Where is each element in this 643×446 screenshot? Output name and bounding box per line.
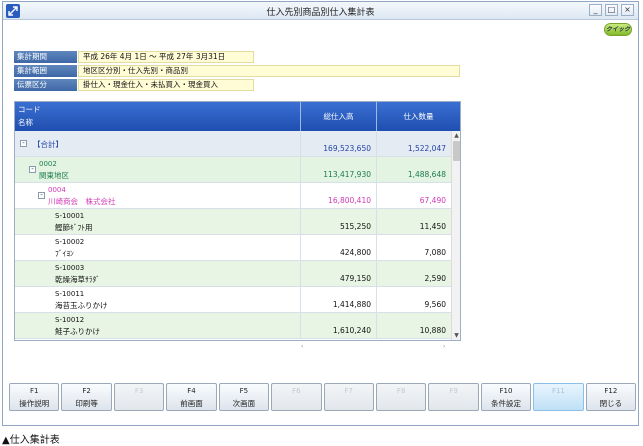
f10-conditions-button[interactable]: F10 条件設定 [480, 383, 532, 411]
item-name: 鮭子ふりかけ [55, 327, 100, 336]
region-name: 関東地区 [39, 171, 69, 180]
scroll-left-icon[interactable]: ‹ [301, 343, 303, 350]
header-quantity[interactable]: 仕入数量 [376, 102, 460, 131]
customer-row[interactable]: - 0004 川崎商会 株式会社 16,800,410 67,490 [15, 183, 451, 209]
customer-name: 川崎商会 株式会社 [48, 197, 116, 206]
region-code: 0002 [39, 160, 57, 168]
tree-collapse-icon[interactable]: - [38, 192, 45, 199]
condition-row-range: 集計範囲 地区区分別・仕入先別・商品別 [14, 65, 460, 77]
total-row[interactable]: - 【合計】 169,523,650 1,522,047 [15, 131, 451, 157]
condition-row-period: 集計期間 平成 26年 4月 1日 〜 平成 27年 3月31日 [14, 51, 459, 63]
item-name: 鰹節ｷﾞﾌﾄ用 [55, 223, 93, 232]
item-code: S-10001 [55, 212, 85, 220]
item-code: S-10012 [55, 316, 85, 324]
f1-help-button[interactable]: F1 操作説明 [9, 383, 60, 411]
item-name: 乾燥海草ｻﾗﾀﾞ [55, 275, 100, 284]
table-row[interactable]: S-10012 鮭子ふりかけ 1,610,240 10,880 [15, 313, 451, 339]
condition-label: 集計期間 [14, 51, 77, 63]
item-quantity: 9,560 [424, 300, 446, 309]
summary-grid: コード 名称 総仕入高 仕入数量 - 【合計】 169,523,650 1,52… [14, 101, 461, 341]
customer-code: 0004 [48, 186, 66, 194]
window-controls: _ □ × [589, 4, 634, 16]
condition-row-slip: 伝票区分 掛仕入・現金仕入・未払買入・現金買入 [14, 79, 459, 91]
f3-button: F3 [113, 383, 165, 411]
item-amount: 515,250 [339, 222, 371, 231]
item-amount: 1,610,240 [332, 326, 371, 335]
f9-button: F9 [428, 383, 479, 411]
vertical-scrollbar[interactable]: ▲ ▼ [451, 131, 460, 340]
scroll-right-icon[interactable]: › [443, 343, 445, 350]
region-amount: 113,417,930 [323, 170, 371, 179]
close-button[interactable]: × [621, 4, 634, 16]
table-row[interactable]: S-10002 ﾌﾞｲﾖﾝ 424,800 7,080 [15, 235, 451, 261]
item-code: S-10002 [55, 238, 85, 246]
table-row[interactable]: S-10003 乾燥海草ｻﾗﾀﾞ 479,150 2,590 [15, 261, 451, 287]
scroll-down-icon[interactable]: ▼ [452, 331, 460, 340]
item-quantity: 10,880 [419, 326, 446, 335]
window-title: 仕入先別商品別仕入集計表 [266, 8, 375, 18]
total-amount: 169,523,650 [323, 144, 371, 153]
item-code: S-10003 [55, 264, 85, 272]
tree-collapse-icon[interactable]: - [29, 166, 36, 173]
region-row[interactable]: - 0002 関東地区 113,417,930 1,488,648 [15, 157, 451, 183]
grid-header: コード 名称 総仕入高 仕入数量 [15, 102, 460, 131]
item-quantity: 11,450 [419, 222, 446, 231]
minimize-button[interactable]: _ [589, 4, 602, 16]
f7-button: F7 [323, 383, 374, 411]
item-name: 海苔玉ふりかけ [55, 301, 108, 310]
tree-collapse-icon[interactable]: - [20, 140, 27, 147]
item-amount: 424,800 [339, 248, 371, 257]
header-total-amount[interactable]: 総仕入高 [300, 102, 376, 131]
table-row[interactable]: S-10011 海苔玉ふりかけ 1,414,880 9,560 [15, 287, 451, 313]
scroll-thumb[interactable] [453, 141, 460, 161]
item-amount: 479,150 [339, 274, 371, 283]
header-code: コード [18, 105, 41, 114]
grid-rows: - 【合計】 169,523,650 1,522,047 - 0002 関東地区… [15, 131, 451, 339]
header-name: 名称 [18, 118, 33, 127]
maximize-button[interactable]: □ [605, 4, 618, 16]
condition-label: 集計範囲 [14, 65, 77, 77]
f12-close-button[interactable]: F12 閉じる [585, 383, 637, 411]
scroll-up-icon[interactable]: ▲ [452, 131, 460, 140]
quick-help-button[interactable]: クイック [604, 23, 632, 36]
table-row[interactable]: S-10001 鰹節ｷﾞﾌﾄ用 515,250 11,450 [15, 209, 451, 235]
condition-value: 掛仕入・現金仕入・未払買入・現金買入 [78, 79, 254, 91]
total-label: 【合計】 [33, 140, 63, 149]
item-amount: 1,414,880 [332, 300, 371, 309]
condition-value: 平成 26年 4月 1日 〜 平成 27年 3月31日 [78, 51, 254, 63]
f6-button: F6 [271, 383, 322, 411]
f4-prev-screen-button[interactable]: F4 前画面 [166, 383, 217, 411]
item-quantity: 2,590 [424, 274, 446, 283]
f11-button: F11 [533, 383, 584, 411]
customer-amount: 16,800,410 [328, 196, 371, 205]
region-quantity: 1,488,648 [407, 170, 446, 179]
item-name: ﾌﾞｲﾖﾝ [55, 249, 74, 258]
app-window: 仕入先別商品別仕入集計表 _ □ × クイック 集計期間 平成 26年 4月 1… [2, 1, 639, 426]
title-bar[interactable]: 仕入先別商品別仕入集計表 _ □ × [3, 2, 638, 20]
total-quantity: 1,522,047 [407, 144, 446, 153]
f8-button: F8 [375, 383, 427, 411]
condition-value: 地区区分別・仕入先別・商品別 [78, 65, 460, 77]
function-key-bar: F1 操作説明 F2 印刷等 F3 F4 前画面 F5 次画面 F6 F7 F8 F9 … [9, 383, 637, 411]
f5-next-screen-button[interactable]: F5 次画面 [218, 383, 270, 411]
condition-label: 伝票区分 [14, 79, 77, 91]
f2-print-button[interactable]: F2 印刷等 [61, 383, 112, 411]
item-quantity: 7,080 [424, 248, 446, 257]
customer-quantity: 67,490 [419, 196, 446, 205]
figure-caption: ▲仕入集計表 [2, 435, 60, 446]
item-code: S-10011 [55, 290, 85, 298]
